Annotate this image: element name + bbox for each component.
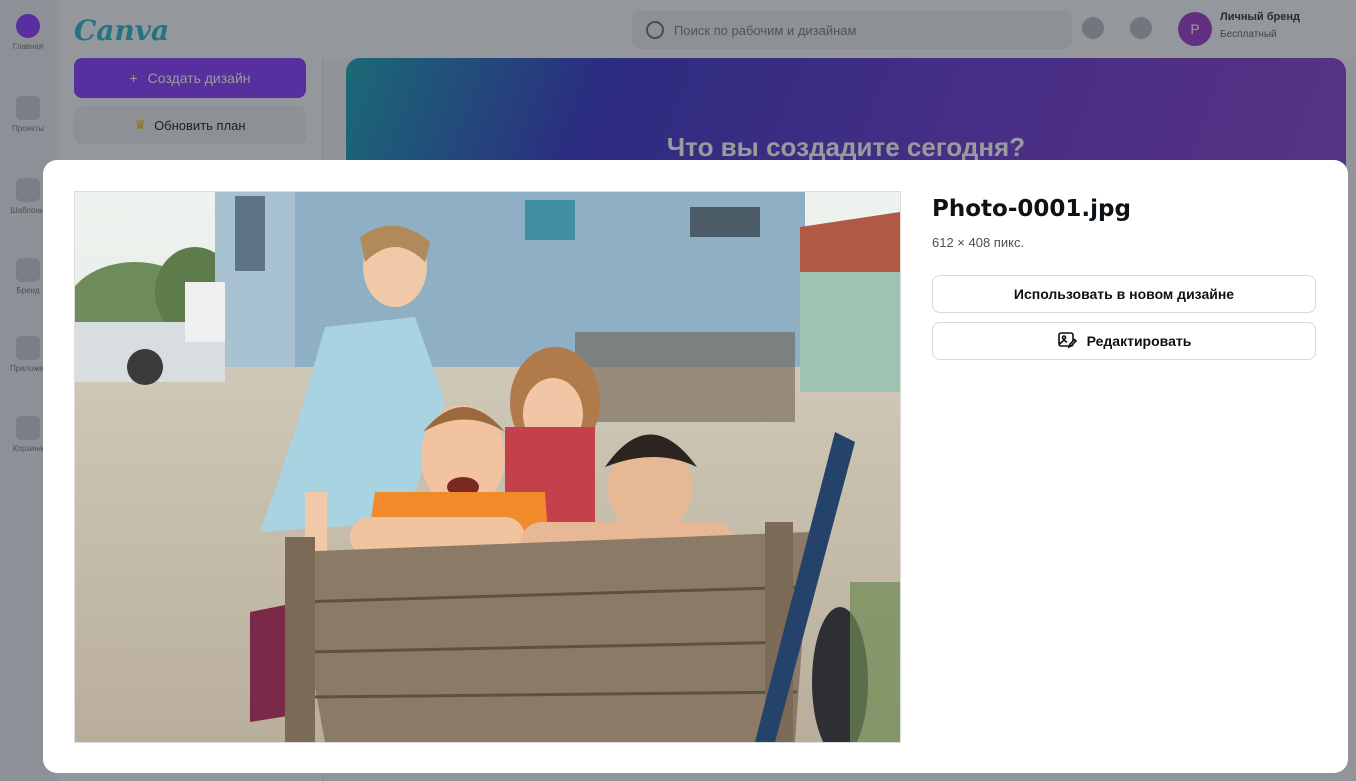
use-in-new-design-button[interactable]: Использовать в новом дизайне	[932, 275, 1316, 313]
edit-button[interactable]: Редактировать	[932, 322, 1316, 360]
photo-image	[75, 192, 900, 742]
use-in-new-design-label: Использовать в новом дизайне	[1013, 286, 1235, 302]
image-dimensions: 612 × 408 пикс.	[932, 235, 1025, 250]
image-edit-icon	[1057, 330, 1077, 353]
edit-label: Редактировать	[1086, 333, 1192, 349]
image-filename: Photo-0001.jpg	[932, 196, 1131, 222]
photo-preview	[75, 192, 900, 742]
image-preview-dialog: Photo-0001.jpg 612 × 408 пикс. Использов…	[43, 160, 1348, 773]
image-details-panel: Photo-0001.jpg 612 × 408 пикс. Использов…	[932, 192, 1316, 360]
